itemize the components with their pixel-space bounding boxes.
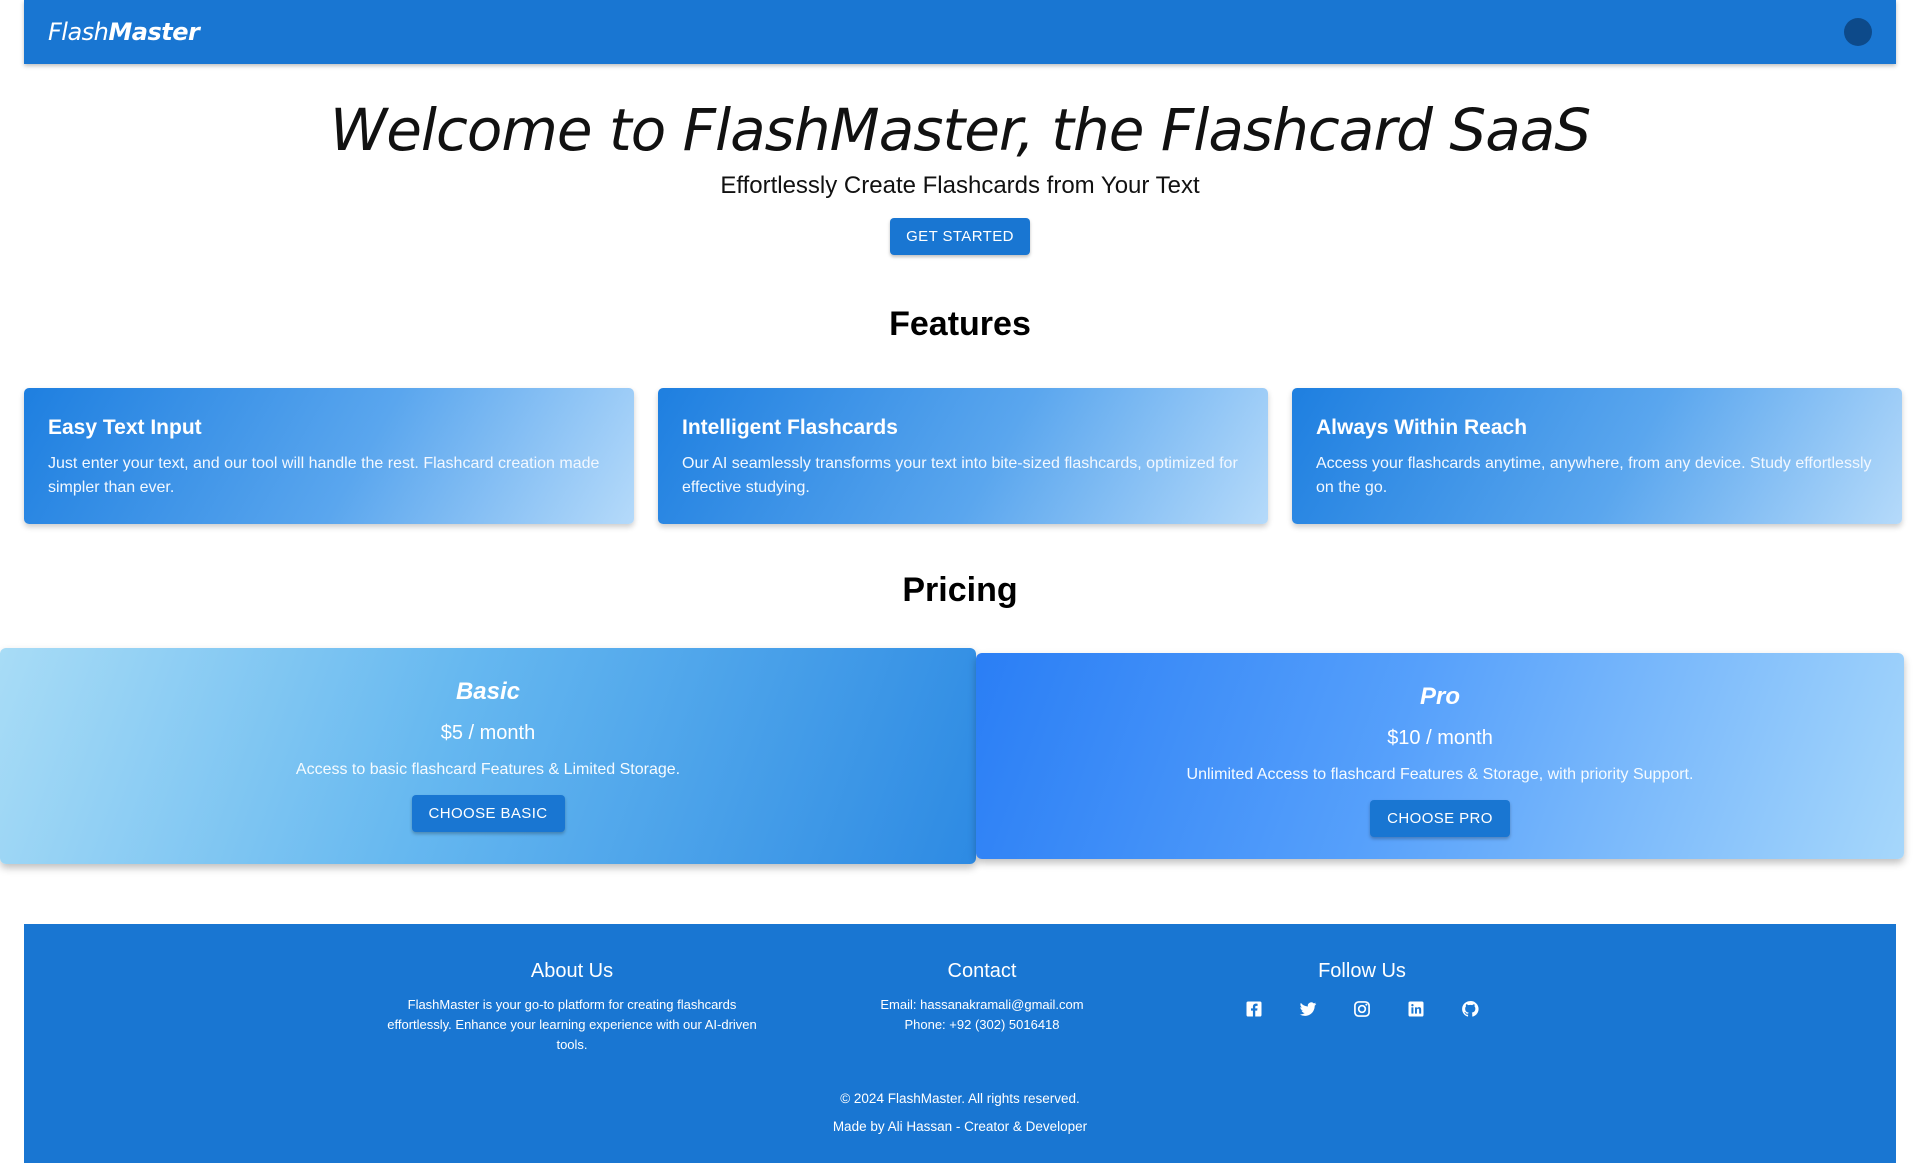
hero-subtitle: Effortlessly Create Flashcards from Your…: [720, 172, 1200, 199]
logo-part-flash: Flash: [48, 18, 109, 46]
logo[interactable]: FlashMaster: [48, 18, 200, 46]
hero-section: Welcome to FlashMaster, the Flashcard Sa…: [0, 96, 1920, 255]
plan-price: $10 / month: [1387, 727, 1493, 749]
linkedin-icon[interactable]: [1406, 999, 1426, 1019]
footer-contact: Contact Email: hassanakramali@gmail.com …: [822, 960, 1142, 1035]
feature-card-title: Easy Text Input: [48, 416, 202, 439]
plan-name: Pro: [1419, 683, 1460, 710]
choose-pro-button[interactable]: CHOOSE PRO: [1370, 800, 1510, 837]
pricing-card-pro: Pro $10 / month Unlimited Access to flas…: [976, 653, 1904, 859]
plan-description: Access to basic flashcard Features & Lim…: [295, 761, 681, 778]
features-title: Features: [889, 305, 1031, 343]
app-bar: FlashMaster: [24, 0, 1896, 64]
plan-price: $5 / month: [440, 722, 536, 744]
pricing-card-basic: Basic $5 / month Access to basic flashca…: [0, 648, 976, 864]
feature-card-text: Access your flashcards anytime, anywhere…: [1316, 455, 1872, 496]
feature-card-always-within-reach: Always Within Reach Access your flashcar…: [1292, 388, 1902, 524]
footer-about-text: FlashMaster is your go-to platform for c…: [387, 997, 757, 1052]
facebook-icon[interactable]: [1244, 999, 1264, 1019]
user-avatar[interactable]: [1844, 18, 1872, 46]
feature-card-text: Just enter your text, and our tool will …: [48, 455, 600, 496]
feature-card-easy-text-input: Easy Text Input Just enter your text, an…: [24, 388, 634, 524]
footer-follow-title: Follow Us: [1318, 960, 1406, 982]
footer-contact-phone: Phone: +92 (302) 5016418: [904, 1017, 1060, 1032]
pricing-title: Pricing: [902, 571, 1018, 609]
footer-made-by: Made by Ali Hassan - Creator & Developer: [832, 1119, 1088, 1134]
plan-name: Basic: [455, 678, 521, 705]
hero-title: Welcome to FlashMaster, the Flashcard Sa…: [329, 96, 1591, 164]
feature-card-title: Always Within Reach: [1316, 416, 1528, 439]
logo-part-master: Master: [108, 18, 200, 46]
footer-contact-title: Contact: [947, 960, 1017, 982]
feature-card-intelligent-flashcards: Intelligent Flashcards Our AI seamlessly…: [658, 388, 1268, 524]
choose-basic-button[interactable]: CHOOSE BASIC: [411, 795, 565, 832]
footer-copyright: © 2024 FlashMaster. All rights reserved.: [840, 1091, 1080, 1106]
github-icon[interactable]: [1460, 999, 1480, 1019]
social-links: [1202, 999, 1522, 1019]
footer-about: About Us FlashMaster is your go-to platf…: [382, 960, 762, 1055]
instagram-icon[interactable]: [1352, 999, 1372, 1019]
footer-contact-email[interactable]: Email: hassanakramali@gmail.com: [822, 995, 1142, 1015]
feature-card-text: Our AI seamlessly transforms your text i…: [682, 455, 1238, 496]
twitter-icon[interactable]: [1298, 999, 1318, 1019]
plan-description: Unlimited Access to flashcard Features &…: [1186, 766, 1694, 783]
feature-card-title: Intelligent Flashcards: [682, 416, 898, 439]
footer: About Us FlashMaster is your go-to platf…: [24, 924, 1896, 1163]
footer-about-title: About Us: [530, 960, 614, 982]
get-started-button[interactable]: GET STARTED: [890, 218, 1030, 255]
footer-follow: Follow Us: [1202, 960, 1522, 1019]
